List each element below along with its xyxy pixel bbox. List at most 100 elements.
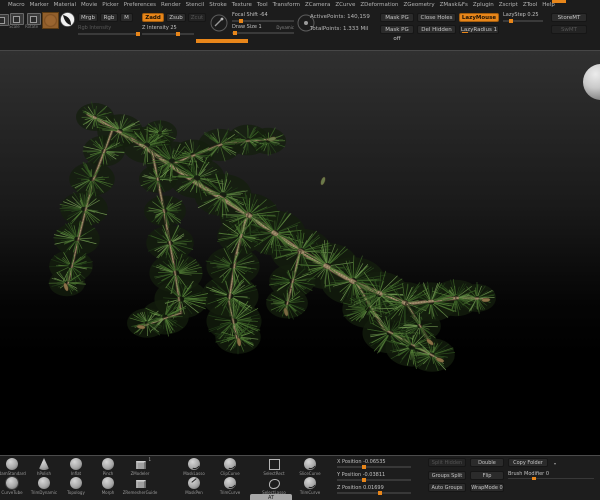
mask-pg-off-button[interactable]: Mask PG off — [380, 25, 414, 42]
total-points-readout: TotalPoints: 1.333 Mil — [310, 26, 369, 32]
pine-branch-model[interactable] — [0, 51, 600, 455]
del-hidden-button[interactable]: Del Hidden — [417, 25, 456, 34]
rgb-button[interactable]: Rgb — [100, 13, 118, 22]
brush-hpolish[interactable]: hPolish — [28, 458, 60, 476]
y-position-slider[interactable]: Y Position -0.03811 — [337, 472, 411, 485]
brush-maskpen[interactable]: MaskPen — [176, 477, 212, 495]
slider-handle[interactable] — [377, 491, 382, 495]
menu-item-macro[interactable]: Macro — [8, 2, 25, 10]
zsub-button[interactable]: Zsub — [166, 13, 186, 22]
brush-curvetube[interactable]: CurveTube — [0, 477, 28, 495]
brush-morph[interactable]: Morph — [92, 477, 124, 495]
z-intensity-handle[interactable] — [175, 32, 180, 36]
menu-item-zdeformation[interactable]: ZDeformation — [360, 2, 398, 10]
active-color-swatch[interactable] — [42, 12, 59, 29]
storemt-button[interactable]: StoreMT — [551, 13, 587, 22]
close-holes-button[interactable]: Close Holes — [417, 13, 456, 22]
menu-bar: Macro Marker Material Movie Picker Preference… — [0, 0, 600, 10]
menu-item-movie[interactable]: Movie — [81, 2, 97, 10]
menu-item-render[interactable]: Render — [161, 2, 181, 10]
menu-item-picker[interactable]: Picker — [102, 2, 118, 10]
lazystep-handle[interactable] — [509, 19, 513, 23]
brush-zremesherguide[interactable]: ZRemesherGuide — [123, 477, 158, 495]
mask-pg-on-button[interactable]: Mask PG on — [380, 13, 414, 30]
brush-masklasso[interactable]: MaskLasso — [176, 458, 212, 476]
rect-icon — [268, 458, 280, 470]
sphere-curve-icon — [304, 458, 316, 470]
mrgb-button[interactable]: Mrgb — [78, 13, 98, 22]
brush-pinch[interactable]: Pinch — [92, 458, 124, 476]
menu-item-tool[interactable]: Tool — [257, 2, 268, 10]
brush-modifier-slider[interactable]: Brush Modifier 0 — [508, 471, 596, 480]
menu-item-preferences[interactable]: Preferences — [124, 2, 156, 10]
menu-item-zcamera[interactable]: ZCamera — [305, 2, 330, 10]
menu-item-zscript[interactable]: Zscript — [499, 2, 518, 10]
draw-size-handle[interactable] — [233, 31, 238, 35]
auto-groups-button[interactable]: Auto Groups — [428, 483, 466, 492]
menu-item-marker[interactable]: Marker — [30, 2, 49, 10]
brush-label: TrimDynamic — [30, 490, 58, 495]
brush-label: ZModeler — [130, 471, 150, 476]
menu-item-zplugin[interactable]: Zplugin — [473, 2, 494, 10]
brush-zmodeler[interactable]: ZModeler 1 — [124, 457, 156, 476]
brush-selectlasso[interactable]: SelectLasso — [256, 477, 292, 495]
brush-topology[interactable]: Topology — [60, 477, 92, 495]
menu-item-help[interactable]: Help — [542, 2, 555, 10]
brush-modifier-handle[interactable] — [532, 476, 537, 480]
brush-inflat[interactable]: Inflat — [60, 458, 92, 476]
groups-split-button[interactable]: Groups Split — [428, 470, 466, 480]
viewport-canvas[interactable] — [0, 50, 600, 455]
menu-item-zmask-fs[interactable]: ZMask&Fs — [440, 2, 468, 10]
brush-damstandard[interactable]: DamStandard — [0, 458, 28, 476]
zadd-button[interactable]: Zadd — [142, 13, 164, 22]
brush-row-left-2: CurveTube TrimDynamic Topology Morph ZRemesh… — [0, 477, 158, 495]
rgb-intensity-handle[interactable] — [135, 32, 140, 36]
brush-label: TrimCurve — [219, 490, 241, 495]
brush-trimcurve[interactable]: TrimCurve — [292, 477, 328, 495]
flip-button[interactable]: Flip — [470, 470, 504, 480]
copy-folder-button[interactable]: Copy Folder ▾ — [508, 458, 556, 467]
brush-trimdynamic[interactable]: TrimDynamic — [28, 477, 60, 495]
dynamic-mode-label[interactable]: Dynamic — [276, 25, 294, 30]
m-button[interactable]: M — [120, 13, 133, 22]
shelf-highlight-bar — [196, 39, 248, 43]
lazystep-slider[interactable]: LazyStep 0.25 — [503, 12, 547, 23]
slider-handle[interactable] — [362, 465, 367, 469]
z-intensity-slider[interactable]: Z Intensity 25 — [142, 25, 194, 36]
rgb-intensity-slider[interactable]: Rgb Intensity — [78, 25, 140, 36]
menu-item-ztool[interactable]: ZTool — [523, 2, 537, 10]
lazyradius-button[interactable]: LazyRadius 1 — [459, 25, 499, 34]
brush-trimcurve[interactable]: TrimCurve — [212, 477, 248, 495]
cropped-tool-icon[interactable] — [0, 14, 9, 26]
x-position-slider[interactable]: X Position -0.06535 — [337, 459, 411, 472]
menu-item-texture[interactable]: Texture — [232, 2, 252, 10]
scale-tool-label: Scale — [9, 24, 20, 29]
double-button[interactable]: Double — [470, 458, 504, 467]
zcut-button[interactable]: Zcut — [188, 13, 206, 22]
at-chip[interactable]: AT — [250, 494, 292, 500]
brush-slicecurve[interactable]: SliceCurve — [292, 458, 328, 476]
swmt-button[interactable]: SwMT — [551, 25, 587, 34]
menu-item-transform[interactable]: Transform — [273, 2, 300, 10]
focal-shift-handle[interactable] — [239, 19, 244, 23]
slider-handle[interactable] — [362, 478, 367, 482]
split-hidden-button[interactable]: Split Hidden — [428, 458, 466, 467]
stroke-brush-icon[interactable] — [209, 13, 229, 33]
draw-size-slider[interactable]: Draw Size 1 Dynamic — [232, 24, 294, 35]
focal-shift-slider[interactable]: Focal Shift -64 — [232, 12, 294, 23]
menu-item-stencil[interactable]: Stencil — [186, 2, 205, 10]
brush-clipcurve[interactable]: ClipCurve — [212, 458, 248, 476]
lazymouse-button[interactable]: LazyMouse — [459, 13, 499, 22]
menu-item-stroke[interactable]: Stroke — [209, 2, 227, 10]
wrapmode-0-button[interactable]: WrapMode 0 — [470, 483, 504, 492]
brush-label: ClipCurve — [220, 471, 240, 476]
brush-selectrect[interactable]: SelectRect — [256, 458, 292, 476]
menu-item-zcurve[interactable]: ZCurve — [335, 2, 355, 10]
sphere-curve-icon — [224, 458, 236, 470]
z-position-slider[interactable]: Z Position 0.01699 — [337, 485, 411, 498]
slider-label: Y Position -0.03811 — [337, 472, 386, 478]
brush-label: CurveTube — [1, 490, 23, 495]
menu-item-material[interactable]: Material — [54, 2, 76, 10]
material-sphere-icon[interactable] — [60, 12, 75, 27]
menu-item-zgeometry[interactable]: ZGeometry — [403, 2, 434, 10]
